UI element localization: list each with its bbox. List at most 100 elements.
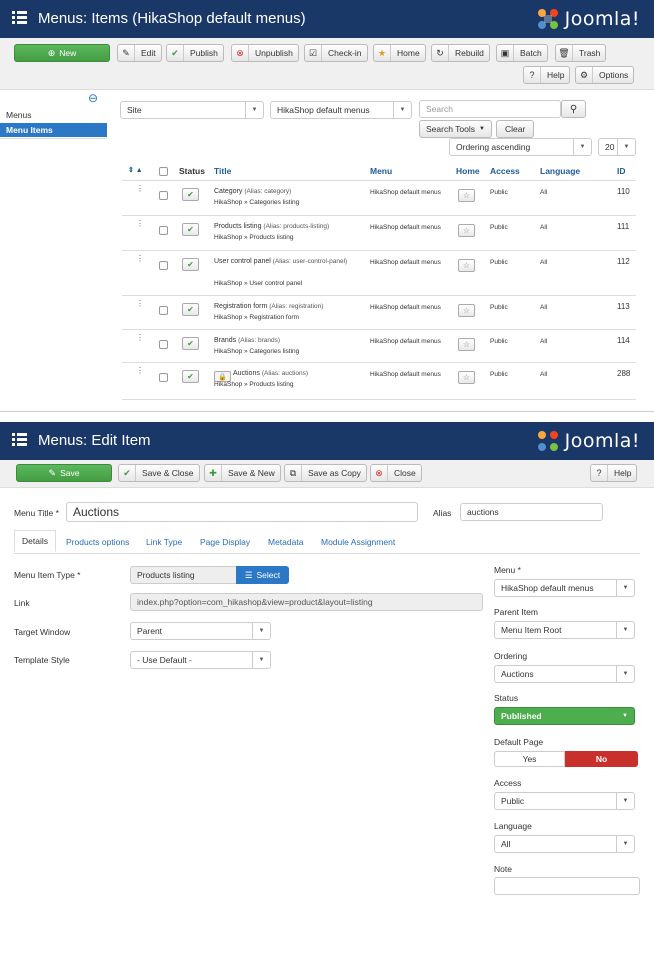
language-select[interactable]: All ▼ [494,835,635,853]
status-select[interactable]: Published ▼ [494,707,635,725]
target-window-select[interactable]: Parent ▼ [130,622,271,640]
close-button[interactable]: ⊗ Close [370,464,422,482]
row-checkbox[interactable] [159,373,168,382]
caret-down-icon: ▼ [616,836,634,852]
tab-details[interactable]: Details [14,530,56,552]
save-close-button[interactable]: ✔ Save & Close [118,464,200,482]
batch-button[interactable]: ▣ Batch [496,44,548,62]
row-checkbox[interactable] [159,340,168,349]
help-button[interactable]: ? Help [590,464,638,482]
new-button[interactable]: ⊕ New [14,44,110,62]
save-new-button[interactable]: ✚ Save & New [204,464,281,482]
drag-handle-icon[interactable]: ⋮ [136,255,144,266]
menu-title-input[interactable]: Auctions [66,502,418,522]
search-button[interactable]: ⚲ [561,100,586,118]
item-language: All [540,304,548,311]
clear-button[interactable]: Clear [496,120,535,138]
joomla-logo-icon [537,9,558,29]
set-home-button[interactable]: ☆ [458,189,475,202]
column-menu[interactable]: Menu [370,166,392,176]
search-input[interactable]: Search [419,100,561,118]
column-title[interactable]: Title [214,166,231,176]
tab-products-options[interactable]: Products options [66,537,129,547]
select-type-button[interactable]: ☰ Select [236,566,289,584]
default-page-yes[interactable]: Yes [494,751,565,767]
menu-select[interactable]: HikaShop default menus ▼ [270,101,412,119]
published-toggle[interactable]: ✔ [182,303,199,316]
published-toggle[interactable]: ✔ [182,223,199,236]
table-divider [122,180,636,181]
limit-select[interactable]: 20 ▼ [598,138,636,156]
set-home-button[interactable]: ☆ [458,304,475,317]
list-icon [12,433,27,446]
item-title-link[interactable]: Brands [214,337,236,344]
sidebar-toggle-icon[interactable]: ⊖ [88,91,102,105]
published-toggle[interactable]: ✔ [182,258,199,271]
drag-handle-icon[interactable]: ⋮ [136,220,144,231]
row-checkbox[interactable] [159,261,168,270]
check-icon: ✔ [187,305,194,314]
home-button[interactable]: ★ Home [373,44,426,62]
published-toggle[interactable]: ✔ [182,337,199,350]
parent-item-select[interactable]: Menu Item Root ▼ [494,621,635,639]
column-home[interactable]: Home [456,166,480,176]
drag-handle-icon[interactable]: ⋮ [136,300,144,311]
item-title-link[interactable]: User control panel [214,258,271,265]
set-home-button[interactable]: ☆ [458,371,475,384]
tab-metadata[interactable]: Metadata [268,537,303,547]
ordering-label: Ordering [494,651,528,661]
column-language[interactable]: Language [540,166,580,176]
item-title-link[interactable]: Products listing [214,223,261,230]
set-home-button[interactable]: ☆ [458,224,475,237]
options-button[interactable]: ⚙ Options [575,66,635,84]
template-style-label: Template Style [14,655,70,665]
drag-handle-icon[interactable]: ⋮ [136,367,144,378]
row-checkbox[interactable] [159,306,168,315]
column-id[interactable]: ID [617,166,626,176]
rebuild-button[interactable]: ↻ Rebuild [431,44,490,62]
publish-button[interactable]: ✔ Publish [166,44,224,62]
save-copy-button[interactable]: ⧉ Save as Copy [284,464,367,482]
column-status[interactable]: Status [179,166,205,176]
sidebar-item-menus[interactable]: Menus [0,108,107,122]
gear-icon: ⚙ [576,67,593,83]
parent-item-label: Parent Item [494,607,538,617]
help-button[interactable]: ? Help [523,66,571,84]
tab-page-display[interactable]: Page Display [200,537,250,547]
item-menu: HikaShop default menus [370,338,441,345]
template-style-select[interactable]: - Use Default - ▼ [130,651,271,669]
unpublish-button[interactable]: ⊗ Unpublish [231,44,299,62]
access-select[interactable]: Public ▼ [494,792,635,810]
search-tools-button[interactable]: Search Tools ▼ [419,120,492,138]
item-id: 111 [617,222,630,231]
alias-input[interactable]: auctions [460,503,603,521]
checkin-button[interactable]: ☑ Check-in [304,44,368,62]
row-checkbox[interactable] [159,226,168,235]
table-row-title: Brands (Alias: brands) [214,335,362,346]
item-title-link[interactable]: Auctions [233,370,260,377]
ordering-select[interactable]: Ordering ascending ▼ [449,138,592,156]
drag-handle-icon[interactable]: ⋮ [136,185,144,196]
tab-link-type[interactable]: Link Type [146,537,182,547]
default-page-no[interactable]: No [565,751,638,767]
sort-order-icon[interactable]: ⇕ ▲ [128,166,143,174]
set-home-button[interactable]: ☆ [458,338,475,351]
client-select[interactable]: Site ▼ [120,101,264,119]
row-checkbox[interactable] [159,191,168,200]
column-access[interactable]: Access [490,166,520,176]
published-toggle[interactable]: ✔ [182,188,199,201]
sidebar-item-menu-items[interactable]: Menu Items [0,123,107,137]
ordering-select[interactable]: Auctions ▼ [494,665,635,683]
tab-module-assignment[interactable]: Module Assignment [321,537,395,547]
edit-button[interactable]: ✎ Edit [117,44,162,62]
note-input[interactable] [494,877,640,895]
item-title-link[interactable]: Registration form [214,303,267,310]
menu-select[interactable]: HikaShop default menus ▼ [494,579,635,597]
save-button[interactable]: ✎ Save [16,464,112,482]
set-home-button[interactable]: ☆ [458,259,475,272]
published-toggle[interactable]: ✔ [182,370,199,383]
select-all-checkbox[interactable] [159,167,168,176]
item-title-link[interactable]: Category [214,188,242,195]
drag-handle-icon[interactable]: ⋮ [136,334,144,345]
trash-button[interactable]: 🗑 Trash [555,44,607,62]
